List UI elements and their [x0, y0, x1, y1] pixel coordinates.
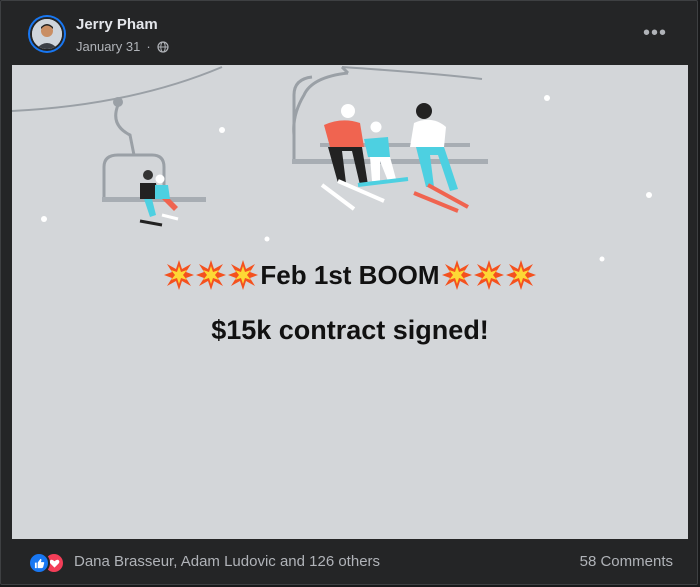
globe-icon[interactable]: [157, 40, 169, 53]
collision-emoji: [164, 260, 195, 290]
post-footer: Dana Brasseur, Adam Ludovic and 126 othe…: [1, 541, 697, 581]
headline-text: Feb 1st BOOM: [260, 259, 440, 290]
author-name[interactable]: Jerry Pham: [76, 16, 158, 33]
author-avatar[interactable]: [28, 15, 66, 53]
comments-count[interactable]: 58 Comments: [580, 553, 673, 570]
more-options-button[interactable]: •••: [641, 19, 669, 47]
subline-text: $15k contract signed!: [211, 315, 489, 345]
person-icon: [32, 19, 62, 49]
collision-emoji-group-right: [441, 259, 537, 291]
collision-emoji-group-left: [163, 259, 259, 291]
collision-emoji: [505, 260, 536, 290]
post-image[interactable]: Feb 1st BOOM $15k contract signed!: [12, 65, 688, 539]
like-icon: [28, 552, 50, 574]
avatar-photo: [30, 17, 64, 51]
post-card: Jerry Pham January 31 · ••• Feb 1st BOOM…: [0, 0, 698, 585]
more-options-icon: •••: [642, 21, 667, 44]
headline: Feb 1st BOOM: [12, 259, 688, 291]
post-meta: January 31 ·: [76, 39, 169, 54]
post-date[interactable]: January 31: [76, 39, 140, 54]
post-header: Jerry Pham January 31 · •••: [1, 1, 697, 65]
reaction-icons[interactable]: [28, 552, 68, 574]
collision-emoji: [196, 260, 227, 290]
collision-emoji: [473, 260, 504, 290]
collision-emoji: [228, 260, 259, 290]
ski-lift-illustration: [12, 65, 652, 262]
reactions-summary[interactable]: Dana Brasseur, Adam Ludovic and 126 othe…: [74, 553, 380, 570]
collision-emoji: [441, 260, 472, 290]
